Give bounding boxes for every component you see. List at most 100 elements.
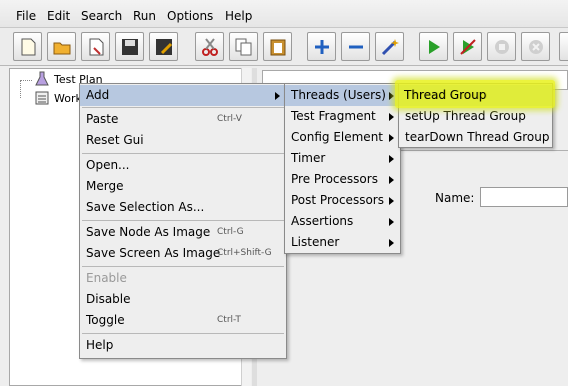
submenu-item-timer[interactable]: Timer [285, 148, 400, 169]
submenu-item-config-element-label: Config Element [291, 130, 383, 144]
menu-item-paste[interactable]: Paste Ctrl-V [80, 109, 286, 130]
toolbar [0, 28, 568, 66]
menu-item-save-selection-label: Save Selection As... [86, 200, 205, 214]
menu-separator [82, 107, 284, 108]
submenu-item-teardown-thread-group-label: tearDown Thread Group [405, 130, 550, 144]
add-submenu: Threads (Users) Test Fragment Config Ele… [284, 83, 401, 254]
template-button[interactable] [81, 32, 110, 61]
submenu-arrow-icon [389, 218, 394, 226]
menu-item-toggle[interactable]: Toggle Ctrl-T [80, 310, 286, 331]
menu-separator [82, 153, 284, 154]
submenu-arrow-icon [389, 134, 394, 142]
paste-button[interactable] [263, 32, 292, 61]
shutdown-button[interactable] [521, 32, 550, 61]
submenu-arrow-icon [275, 92, 280, 100]
submenu-arrow-icon [389, 92, 394, 100]
submenu-item-listener[interactable]: Listener [285, 232, 400, 253]
submenu-item-threads[interactable]: Threads (Users) [285, 85, 400, 106]
menu-item-help[interactable]: Help [80, 335, 286, 356]
expand-button[interactable] [307, 32, 336, 61]
menu-item-merge-label: Merge [86, 179, 124, 193]
submenu-item-config-element[interactable]: Config Element [285, 127, 400, 148]
thread-group-highlight-label: Thread Group [404, 88, 487, 102]
save-as-button[interactable] [149, 32, 178, 61]
save-node-accelerator: Ctrl-G [217, 227, 244, 237]
name-field[interactable] [480, 187, 568, 207]
menu-help[interactable]: Help [225, 8, 252, 24]
tree-connector-vertical [20, 80, 21, 98]
menu-item-save-selection[interactable]: Save Selection As... [80, 197, 286, 218]
start-button[interactable] [419, 32, 448, 61]
paste-accelerator: Ctrl-V [217, 114, 242, 124]
menu-item-paste-label: Paste [86, 112, 119, 126]
save-screen-accelerator: Ctrl+Shift-G [217, 248, 272, 258]
start-no-pauses-button[interactable] [453, 32, 482, 61]
menu-item-open-label: Open... [86, 158, 130, 172]
stop-button[interactable] [487, 32, 516, 61]
menu-item-save-screen-image[interactable]: Save Screen As Image Ctrl+Shift-G [80, 243, 286, 264]
new-button[interactable] [13, 32, 42, 61]
submenu-item-threads-label: Threads (Users) [291, 88, 386, 102]
menu-item-toggle-label: Toggle [86, 313, 125, 327]
save-as-icon [156, 39, 173, 55]
open-folder-icon [53, 42, 71, 55]
submenu-arrow-icon [389, 155, 394, 163]
submenu-arrow-icon [389, 176, 394, 184]
menu-item-add-label: Add [86, 88, 110, 102]
menu-options[interactable]: Options [167, 8, 213, 24]
submenu-arrow-icon [389, 197, 394, 205]
start-no-pauses-icon [460, 39, 476, 55]
menu-item-save-node-image[interactable]: Save Node As Image Ctrl-G [80, 222, 286, 243]
toggle-accelerator: Ctrl-T [217, 315, 241, 325]
save-button[interactable] [115, 32, 144, 61]
test-plan-flask-icon [34, 71, 50, 90]
menu-separator [82, 333, 284, 334]
new-document-icon [21, 38, 36, 56]
submenu-item-test-fragment[interactable]: Test Fragment [285, 106, 400, 127]
menu-item-add[interactable]: Add [80, 85, 286, 106]
submenu-item-pre-processors[interactable]: Pre Processors [285, 169, 400, 190]
tree-connector [20, 80, 32, 81]
menu-separator [82, 266, 284, 267]
paste-icon [270, 39, 286, 56]
submenu-item-assertions-label: Assertions [291, 214, 354, 228]
open-button[interactable] [47, 32, 76, 61]
menu-run[interactable]: Run [133, 8, 156, 24]
cut-icon [202, 38, 218, 56]
menu-item-disable[interactable]: Disable [80, 289, 286, 310]
submenu-item-assertions[interactable]: Assertions [285, 211, 400, 232]
more-button[interactable] [559, 32, 568, 61]
submenu-arrow-icon [389, 113, 394, 121]
stop-icon [495, 40, 509, 54]
submenu-item-listener-label: Listener [291, 235, 340, 249]
menu-item-open[interactable]: Open... [80, 155, 286, 176]
menu-item-reset-gui-label: Reset Gui [86, 133, 144, 147]
toggle-button[interactable] [375, 32, 404, 61]
menu-file[interactable]: File [16, 8, 36, 24]
copy-button[interactable] [229, 32, 258, 61]
tree-item-workbench[interactable]: Work [54, 92, 82, 106]
cut-button[interactable] [195, 32, 224, 61]
submenu-arrow-icon [389, 239, 394, 247]
copy-icon [235, 38, 252, 56]
menu-bar: File Edit Search Run Options Help [0, 0, 568, 28]
collapse-minus-icon [349, 45, 363, 49]
menu-item-enable: Enable [80, 268, 286, 289]
submenu-item-setup-thread-group[interactable]: setUp Thread Group [399, 106, 552, 127]
menu-item-save-screen-image-label: Save Screen As Image [86, 246, 221, 260]
menu-item-merge[interactable]: Merge [80, 176, 286, 197]
save-icon [122, 39, 138, 55]
toggle-wand-icon [381, 39, 399, 56]
submenu-item-timer-label: Timer [291, 151, 326, 165]
submenu-item-teardown-thread-group[interactable]: tearDown Thread Group [399, 127, 552, 148]
menu-item-reset-gui[interactable]: Reset Gui [80, 130, 286, 151]
menu-search[interactable]: Search [81, 8, 122, 24]
submenu-item-post-processors[interactable]: Post Processors [285, 190, 400, 211]
menu-edit[interactable]: Edit [47, 8, 70, 24]
run-start-icon [429, 40, 440, 54]
submenu-item-setup-thread-group-label: setUp Thread Group [405, 109, 526, 123]
submenu-item-pre-processors-label: Pre Processors [291, 172, 378, 186]
submenu-item-post-processors-label: Post Processors [291, 193, 384, 207]
collapse-button[interactable] [341, 32, 370, 61]
submenu-item-test-fragment-label: Test Fragment [291, 109, 376, 123]
